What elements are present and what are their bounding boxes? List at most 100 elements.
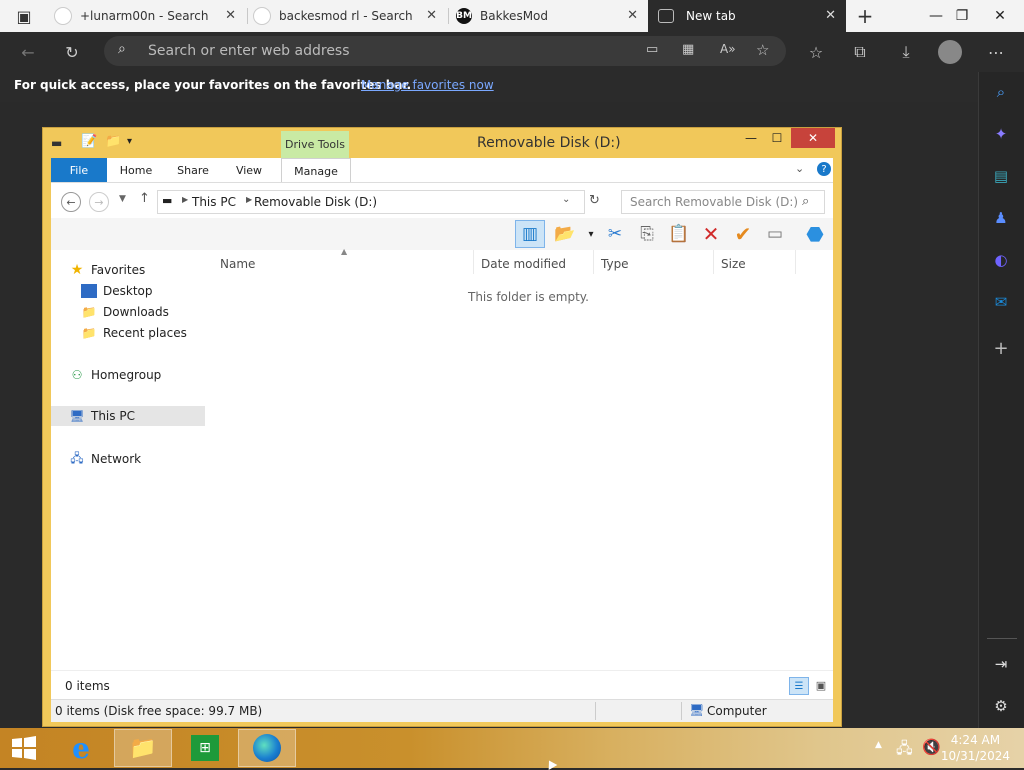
maximize-explorer-button[interactable]: ☐	[763, 128, 791, 148]
add-favorite-icon[interactable]: ☆	[756, 41, 769, 59]
edge-taskbar-button[interactable]	[238, 729, 296, 767]
cut-icon[interactable]: ✂	[603, 222, 627, 246]
tab-new-tab[interactable]: New tab ✕	[648, 0, 846, 32]
recent-locations-chevron-icon[interactable]: ▼	[119, 194, 126, 204]
column-separator[interactable]	[473, 250, 474, 274]
minimize-explorer-button[interactable]: —	[737, 128, 765, 148]
select-folder-icon[interactable]: 📂	[553, 222, 577, 246]
copy-icon[interactable]: ⎘	[635, 222, 659, 246]
column-separator[interactable]	[593, 250, 594, 274]
column-header-type[interactable]: Type	[601, 257, 629, 271]
column-header-name[interactable]: Name	[220, 257, 255, 271]
hide-sidebar-icon[interactable]: ⇥	[989, 652, 1013, 676]
sidebar-settings-gear-icon[interactable]: ⚙	[989, 694, 1013, 718]
restore-browser-button[interactable]: ❐	[946, 0, 978, 32]
nav-network[interactable]: 🖧 Network	[69, 449, 141, 469]
refresh-icon[interactable]: ↻	[58, 38, 86, 66]
copilot-icon[interactable]: ✦	[989, 122, 1013, 146]
ribbon-tab-file[interactable]: File	[51, 158, 107, 182]
paste-icon[interactable]: 📋	[667, 222, 691, 246]
back-arrow-icon[interactable]: ←	[14, 38, 42, 66]
ribbon-tab-home[interactable]: Home	[109, 158, 163, 182]
address-dropdown-chevron-icon[interactable]: ⌄	[562, 194, 570, 205]
nav-downloads[interactable]: 📁 Downloads	[81, 302, 169, 322]
breadcrumb-address-box[interactable]: ▬ ▶ This PC ▶ Removable Disk (D:) ⌄	[157, 190, 585, 214]
add-sidebar-app-icon[interactable]: +	[989, 336, 1013, 360]
tab-bakkesmod[interactable]: BM BakkesMod ✕	[456, 0, 648, 32]
read-aloud-icon[interactable]: A»	[720, 42, 736, 56]
breadcrumb-removable-disk[interactable]: Removable Disk (D:)	[254, 195, 377, 209]
nav-desktop[interactable]: Desktop	[81, 281, 153, 301]
close-tab-icon[interactable]: ✕	[426, 8, 437, 23]
properties-qat-icon[interactable]: 📝	[81, 134, 97, 149]
up-one-level-icon[interactable]: ↑	[139, 191, 150, 206]
app-available-icon[interactable]: ▭	[646, 42, 658, 57]
show-hidden-icons-chevron-icon[interactable]: ▲	[875, 740, 882, 750]
search-sidebar-icon[interactable]: ⌕	[989, 80, 1013, 104]
file-explorer-taskbar-button[interactable]: 📁	[114, 729, 172, 767]
nav-favorites[interactable]: ★ Favorites	[69, 260, 146, 280]
file-list[interactable]: ▲ Name Date modified Type Size This fold…	[205, 247, 833, 670]
favorites-icon[interactable]: ☆	[802, 38, 830, 66]
ribbon-tab-view[interactable]: View	[223, 158, 275, 182]
profile-avatar[interactable]	[938, 40, 962, 64]
properties-icon[interactable]: ▭	[763, 222, 787, 246]
preview-pane-icon[interactable]: ▥	[515, 220, 545, 248]
address-bar[interactable]: ⌕ Search or enter web address ▭ ▦ A» ☆	[104, 36, 786, 66]
computer-small-icon: 🖥	[689, 703, 705, 717]
explorer-title-bar[interactable]: ▬ 📝 📁 ▾ Drive Tools Removable Disk (D:) …	[43, 128, 841, 158]
globe-icon[interactable]: ⬣	[803, 222, 827, 246]
new-tab-plus-icon[interactable]: +	[851, 2, 879, 30]
select-dropdown-icon[interactable]: ▾	[579, 222, 603, 246]
close-tab-icon[interactable]: ✕	[825, 8, 836, 23]
column-header-date-modified[interactable]: Date modified	[481, 257, 566, 271]
games-icon[interactable]: ♟	[989, 206, 1013, 230]
ribbon-tab-share[interactable]: Share	[167, 158, 219, 182]
breadcrumb-separator-icon[interactable]: ▶	[246, 195, 252, 204]
settings-more-icon[interactable]: ⋯	[982, 38, 1010, 66]
network-tray-icon[interactable]: 🖧	[896, 738, 913, 763]
column-separator[interactable]	[713, 250, 714, 274]
nav-recent-places[interactable]: 📁 Recent places	[81, 323, 187, 343]
refresh-folder-icon[interactable]: ↻	[589, 193, 600, 208]
nav-this-pc[interactable]: 🖥 This PC	[69, 406, 135, 426]
close-browser-button[interactable]: ✕	[984, 0, 1016, 32]
explorer-search-box[interactable]: Search Removable Disk (D:) ⌕	[621, 190, 825, 214]
close-explorer-button[interactable]: ✕	[791, 128, 835, 148]
ribbon-tab-manage[interactable]: Manage	[281, 158, 351, 183]
nav-homegroup[interactable]: ⚇ Homegroup	[69, 365, 162, 385]
column-header-size[interactable]: Size	[721, 257, 746, 271]
column-separator[interactable]	[795, 250, 796, 274]
breadcrumb-this-pc[interactable]: This PC	[192, 195, 236, 209]
help-icon[interactable]: ?	[817, 162, 831, 176]
new-folder-qat-icon[interactable]: 📁	[105, 134, 121, 149]
taskbar-clock[interactable]: 4:24 AM 10/31/2024	[941, 732, 1010, 764]
manage-favorites-link[interactable]: Manage favorites now	[361, 78, 494, 92]
customize-qat-icon[interactable]: ▾	[127, 136, 132, 147]
tab-actions-icon[interactable]: ▣	[10, 2, 38, 30]
close-tab-icon[interactable]: ✕	[627, 8, 638, 23]
expand-ribbon-chevron-icon[interactable]: ⌄	[795, 162, 804, 175]
breadcrumb-separator-icon[interactable]: ▶	[182, 195, 188, 204]
tools-icon[interactable]: ▤	[989, 164, 1013, 188]
microsoft-365-icon[interactable]: ◐	[989, 248, 1013, 272]
tab-lunarm00n-search[interactable]: +lunarm00n - Search ✕	[54, 0, 246, 32]
file-explorer-window[interactable]: ▬ 📝 📁 ▾ Drive Tools Removable Disk (D:) …	[42, 127, 842, 727]
back-button[interactable]: ←	[61, 192, 81, 212]
forward-button[interactable]: →	[89, 192, 109, 212]
internet-explorer-taskbar-button[interactable]: e	[52, 729, 110, 767]
outlook-icon[interactable]: ✉	[989, 290, 1013, 314]
disk-free-space-text: 0 items (Disk free space: 99.7 MB)	[55, 704, 263, 718]
close-tab-icon[interactable]: ✕	[225, 8, 236, 23]
volume-muted-tray-icon[interactable]: 🔇	[922, 738, 941, 756]
downloads-icon[interactable]: ⤓	[892, 38, 920, 66]
rename-checkmark-icon[interactable]: ✔	[731, 222, 755, 246]
qr-icon[interactable]: ▦	[682, 42, 694, 57]
details-view-icon[interactable]: ☰	[789, 677, 809, 695]
large-icons-view-icon[interactable]: ▣	[813, 677, 829, 693]
store-taskbar-button[interactable]: ⊞	[176, 729, 234, 767]
collections-icon[interactable]: ⧉	[846, 38, 874, 66]
tab-backesmod-search[interactable]: backesmod rl - Search ✕	[253, 0, 447, 32]
start-button[interactable]	[0, 729, 48, 767]
delete-icon[interactable]: ✕	[699, 222, 723, 246]
